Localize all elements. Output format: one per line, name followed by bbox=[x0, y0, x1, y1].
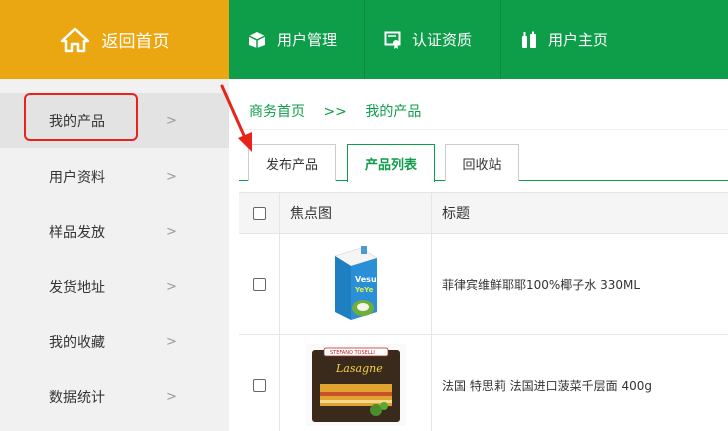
chevron-right-icon: > bbox=[166, 389, 177, 404]
product-thumbnail-cell: Vesui YeYe bbox=[280, 234, 432, 334]
chevron-right-icon: > bbox=[166, 113, 177, 128]
sidebar-item-shipping-address[interactable]: 发货地址 > bbox=[0, 259, 229, 314]
table-header-row: 焦点图 标题 bbox=[239, 192, 728, 234]
tab-publish-product[interactable]: 发布产品 bbox=[248, 144, 336, 181]
row-checkbox-cell bbox=[239, 335, 280, 431]
row-checkbox[interactable] bbox=[252, 277, 266, 291]
box-icon bbox=[248, 31, 266, 48]
arrow-annotation-icon bbox=[220, 84, 252, 152]
highlight-annotation-box bbox=[24, 93, 138, 141]
sidebar-item-my-favorites[interactable]: 我的收藏 > bbox=[0, 314, 229, 369]
chevron-right-icon: > bbox=[166, 279, 177, 294]
svg-text:Vesui: Vesui bbox=[355, 275, 380, 284]
divider bbox=[239, 129, 728, 130]
tab-product-list[interactable]: 产品列表 bbox=[347, 144, 435, 182]
select-all-cell bbox=[239, 193, 280, 233]
top-navigation-bar: 返回首页 用户管理 认证资质 用户主页 bbox=[0, 0, 728, 79]
svg-text:YeYe: YeYe bbox=[354, 286, 374, 294]
bottles-icon bbox=[522, 31, 536, 48]
sidebar-item-label: 样品发放 bbox=[49, 224, 105, 241]
svg-text:Lasagne: Lasagne bbox=[335, 362, 383, 375]
chevron-right-icon: > bbox=[166, 169, 177, 184]
breadcrumb-separator: >> bbox=[323, 104, 347, 120]
product-title[interactable]: 法国 特思莉 法国进口菠菜千层面 400g bbox=[432, 335, 728, 431]
sidebar-item-label: 发货地址 bbox=[49, 279, 105, 296]
breadcrumb: 商务首页 >> 我的产品 bbox=[249, 101, 435, 121]
sidebar-item-sample-distribution[interactable]: 样品发放 > bbox=[0, 204, 229, 259]
chevron-right-icon: > bbox=[166, 224, 177, 239]
product-thumbnail-cell: STEFANO TOSELLI Lasagne bbox=[280, 335, 432, 431]
tab-recycle-bin[interactable]: 回收站 bbox=[445, 144, 519, 181]
column-header-image: 焦点图 bbox=[280, 193, 432, 233]
row-checkbox[interactable] bbox=[252, 378, 266, 392]
nav-certification[interactable]: 认证资质 bbox=[365, 0, 501, 79]
home-icon bbox=[60, 27, 89, 52]
column-header-title: 标题 bbox=[442, 206, 470, 222]
row-checkbox-cell bbox=[239, 234, 280, 334]
nav-user-homepage[interactable]: 用户主页 bbox=[501, 0, 637, 79]
chevron-right-icon: > bbox=[166, 334, 177, 349]
nav-label: 用户主页 bbox=[548, 31, 609, 49]
select-all-checkbox[interactable] bbox=[252, 206, 266, 220]
sidebar-item-label: 我的收藏 bbox=[49, 334, 105, 351]
home-button[interactable]: 返回首页 bbox=[0, 0, 229, 79]
home-button-label: 返回首页 bbox=[101, 32, 170, 52]
sidebar-item-label: 数据统计 bbox=[49, 389, 105, 406]
breadcrumb-current: 我的产品 bbox=[365, 104, 422, 120]
breadcrumb-home[interactable]: 商务首页 bbox=[249, 104, 305, 120]
sidebar-item-label: 用户资料 bbox=[49, 169, 105, 186]
sidebar-item-statistics[interactable]: 数据统计 > bbox=[0, 369, 229, 424]
table-row: Vesui YeYe 菲律宾维鲜耶耶100%椰子水 330ML bbox=[239, 234, 728, 335]
certificate-icon bbox=[384, 31, 401, 49]
nav-label: 认证资质 bbox=[412, 31, 473, 49]
coconut-water-carton-image: Vesui YeYe bbox=[333, 246, 380, 320]
product-title[interactable]: 菲律宾维鲜耶耶100%椰子水 330ML bbox=[432, 234, 728, 334]
nav-label: 用户管理 bbox=[277, 31, 338, 49]
main-content: 商务首页 >> 我的产品 发布产品 产品列表 回收站 焦点图 标题 Vesui … bbox=[239, 89, 728, 431]
lasagna-box-image: STEFANO TOSELLI Lasagne bbox=[305, 344, 406, 426]
svg-text:STEFANO TOSELLI: STEFANO TOSELLI bbox=[330, 350, 375, 356]
sidebar-item-user-profile[interactable]: 用户资料 > bbox=[0, 149, 229, 204]
nav-user-management[interactable]: 用户管理 bbox=[229, 0, 365, 79]
tab-bar: 发布产品 产品列表 回收站 bbox=[239, 144, 728, 182]
table-row: STEFANO TOSELLI Lasagne 法国 特思莉 法国进口菠菜千层面… bbox=[239, 335, 728, 431]
